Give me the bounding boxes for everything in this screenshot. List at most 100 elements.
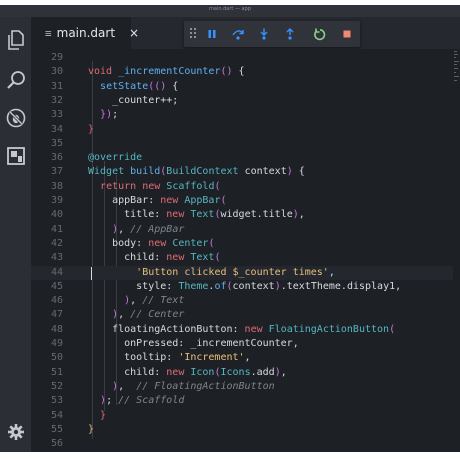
stop-button[interactable]: [334, 21, 360, 47]
code-line[interactable]: 46 ), // Text: [31, 294, 455, 308]
code-line[interactable]: 47 ), // Center: [31, 308, 455, 322]
code-token: (: [220, 195, 227, 206]
code-token: (: [208, 237, 215, 249]
code-token: // Text: [142, 295, 185, 307]
code-line[interactable]: 34}: [31, 123, 455, 137]
code-token: (: [389, 323, 396, 335]
line-number: 40: [50, 209, 63, 221]
code-token: ,: [118, 223, 131, 235]
code-line[interactable]: 32 _counter++;: [31, 94, 455, 108]
restart-icon: [313, 28, 325, 40]
code-line[interactable]: 44 'Button clicked $_counter times',: [31, 265, 455, 280]
code-line[interactable]: 49 onPressed: _incrementCounter,: [31, 337, 455, 351]
code-token: Icons: [220, 366, 251, 378]
code-line[interactable]: 37 Widget build(BuildContext context) {: [31, 165, 455, 179]
code-line[interactable]: 29: [31, 51, 455, 65]
debug-button[interactable]: [0, 103, 31, 133]
code-token: 'Increment': [178, 352, 245, 364]
line-code: return new Scaffold(: [88, 180, 220, 194]
line-number: 35: [50, 137, 63, 149]
code-line[interactable]: 43 child: new Text(: [31, 251, 455, 265]
code-line[interactable]: 51 child: new Icon(Icons.add),: [31, 366, 455, 380]
drag-handle-icon[interactable]: [190, 28, 198, 40]
line-number: 30: [50, 66, 63, 78]
line-code: appBar: new AppBar(: [88, 194, 227, 208]
code-line[interactable]: 31 setState(() {: [31, 80, 455, 94]
code-line[interactable]: 54 }: [31, 409, 455, 423]
code-line[interactable]: 33 });: [31, 108, 455, 122]
code-token: ,: [118, 380, 137, 392]
line-number: 33: [50, 109, 63, 121]
code-line[interactable]: 56: [31, 437, 455, 451]
code-token: ,: [298, 209, 305, 221]
pause-icon: [208, 30, 216, 38]
code-token: // FloatingActionButton: [136, 380, 275, 392]
code-line[interactable]: 48 floatingActionButton: new FloatingAct…: [31, 323, 455, 337]
extensions-button[interactable]: [0, 141, 31, 171]
code-token: Widget: [88, 166, 125, 178]
code-line[interactable]: 39 appBar: new AppBar(: [31, 194, 455, 208]
search-button[interactable]: [0, 65, 31, 95]
code-token: ,: [130, 295, 143, 307]
step-out-button[interactable]: [277, 21, 303, 47]
code-token: style:: [88, 280, 179, 292]
code-line[interactable]: 45 style: Theme.of(context).textTheme.di…: [31, 280, 455, 294]
code-token: // Scaffold: [118, 395, 185, 407]
code-line[interactable]: 50 tooltip: 'Increment',: [31, 351, 455, 365]
code-token: Center: [172, 237, 209, 249]
code-token: ,: [280, 366, 287, 378]
code-token: AppBar: [184, 195, 221, 206]
line-number: 54: [50, 409, 63, 421]
code-line[interactable]: 42 body: new Center(: [31, 237, 455, 251]
code-token: return new: [100, 180, 161, 192]
pause-button[interactable]: [199, 21, 225, 47]
code-token: floatingActionButton:: [88, 323, 245, 335]
code-token: ;: [112, 109, 119, 121]
editor-window: main.dart — app ≡ main.dart × 29 30 void…: [0, 5, 460, 452]
settings-button[interactable]: [0, 417, 31, 447]
code-token: Icon: [190, 366, 215, 378]
line-number: 31: [50, 80, 63, 92]
window-title: main.dart — app: [209, 6, 251, 12]
code-line[interactable]: 53 ); // Scaffold: [31, 394, 455, 408]
minimap[interactable]: [453, 49, 460, 452]
restart-button[interactable]: [306, 21, 332, 47]
code-token: (): [220, 66, 233, 78]
code-line[interactable]: 38 return new Scaffold(: [31, 180, 455, 194]
step-over-button[interactable]: [225, 21, 251, 47]
code-token: Theme: [178, 280, 209, 292]
explorer-button[interactable]: [0, 25, 31, 55]
line-code: Widget build(BuildContext context) {: [88, 165, 305, 179]
files-icon: [7, 30, 24, 50]
code-editor[interactable]: 29 30 void _incrementCounter() {31 setStat…: [31, 49, 455, 452]
code-line[interactable]: 36 @override: [31, 151, 455, 165]
code-line[interactable]: 40 title: new Text(widget.title),: [31, 208, 455, 222]
line-code: ), // AppBar: [88, 223, 184, 237]
code-line[interactable]: 30 void _incrementCounter() {: [31, 65, 455, 79]
code-token: setState: [100, 80, 149, 92]
code-token: of: [214, 280, 227, 292]
code-line[interactable]: 35: [31, 137, 455, 151]
line-number: 52: [50, 380, 63, 392]
step-into-button[interactable]: [251, 21, 277, 47]
code-line[interactable]: 52 ), // FloatingActionButton: [31, 380, 455, 394]
code-token: (: [214, 252, 221, 264]
line-code: void _incrementCounter() {: [88, 65, 245, 79]
tab-main-dart[interactable]: ≡ main.dart ×: [31, 17, 139, 49]
code-line[interactable]: 55}: [31, 423, 455, 437]
line-number: 55: [50, 423, 63, 435]
line-number: 38: [50, 180, 63, 192]
code-token: _counter++;: [88, 94, 179, 106]
close-icon[interactable]: ×: [129, 26, 139, 40]
line-code: });: [88, 108, 118, 122]
code-line[interactable]: 41 ), // AppBar: [31, 223, 455, 237]
code-token: // Center: [130, 309, 185, 321]
line-number: 37: [50, 166, 63, 178]
search-icon: [6, 71, 25, 89]
code-token: new: [166, 252, 185, 264]
